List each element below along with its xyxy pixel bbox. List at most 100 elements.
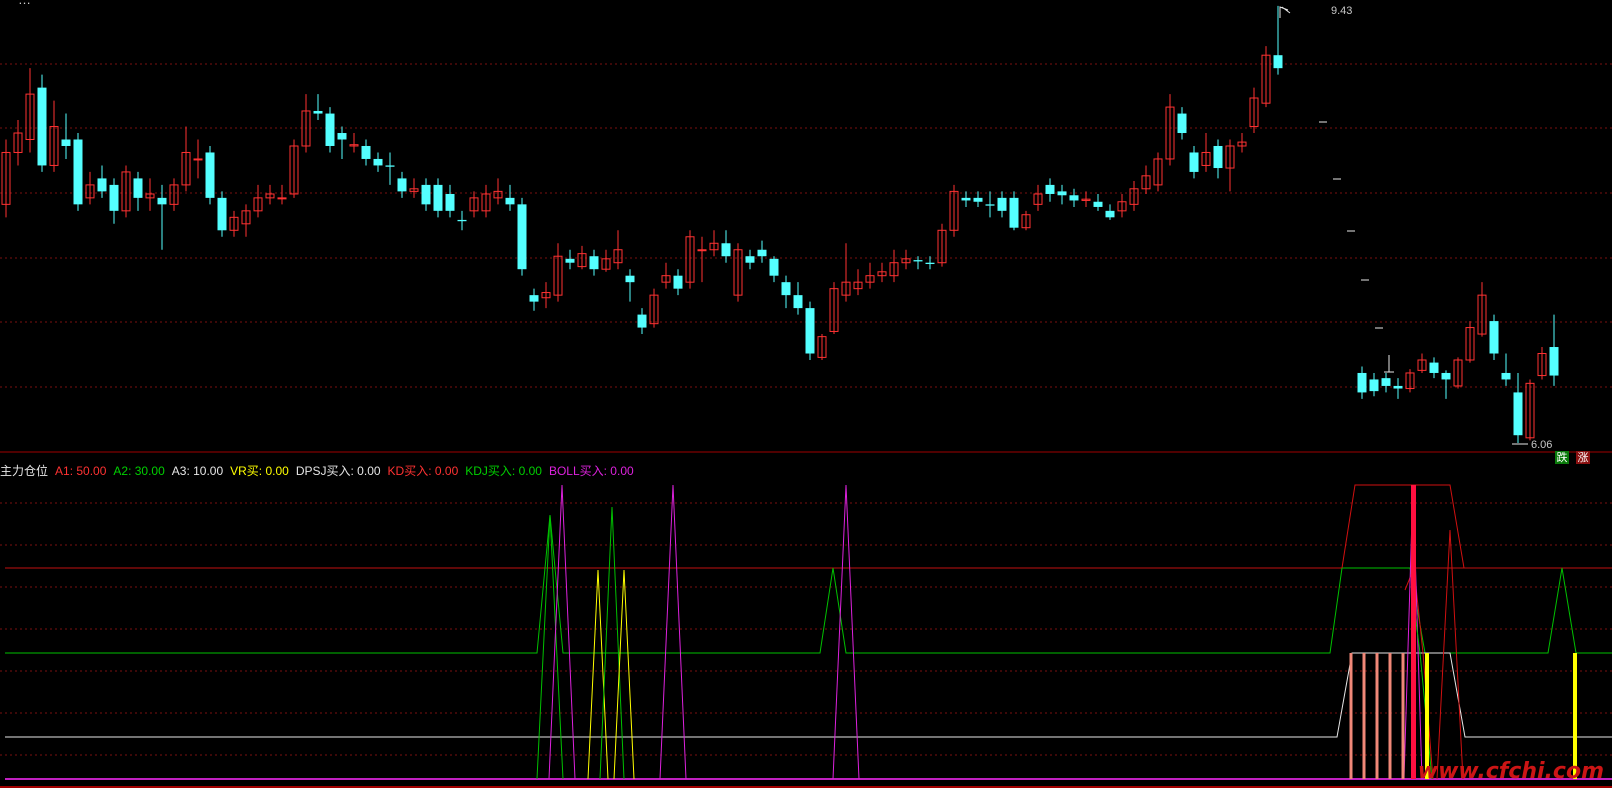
candle-body-down	[793, 295, 803, 309]
candle-body-down	[805, 308, 815, 354]
candle-body-down	[1369, 379, 1379, 392]
candle-body-down	[1393, 385, 1403, 389]
position-bar	[1401, 653, 1405, 779]
legend-item: VR买: 0.00	[230, 464, 289, 478]
legend-item: KDJ买入: 0.00	[465, 464, 542, 478]
position-bar	[1362, 653, 1366, 779]
indicator-name[interactable]: 主力仓位	[0, 464, 48, 478]
candle-body-down	[1501, 372, 1511, 380]
indicator-values: A1: 50.00 A2: 30.00 A3: 10.00 VR买: 0.00 DPSJ…	[55, 464, 641, 478]
position-bar	[1375, 653, 1379, 779]
candle-body-down	[1045, 184, 1055, 194]
candle-body-down	[97, 178, 107, 192]
candle-body-down	[625, 275, 635, 283]
candle-body-down	[217, 197, 227, 231]
candle-body-down	[1381, 378, 1391, 386]
a2-line	[5, 514, 1612, 654]
candle-body-down	[397, 178, 407, 192]
candle-body-down	[433, 184, 443, 211]
candle-body-down	[745, 256, 755, 263]
projection-markers	[1319, 121, 1394, 373]
candle-body-down	[1489, 321, 1499, 354]
high-marker	[1279, 6, 1291, 18]
candle-body-down	[1057, 191, 1067, 196]
candle-body-down	[673, 275, 683, 289]
candle-body-down	[205, 152, 215, 198]
candle-body-up	[697, 249, 707, 252]
candle-body-down	[325, 113, 335, 146]
price-grid	[0, 63, 1612, 788]
candle-body-down	[73, 139, 83, 205]
candle-body-down	[961, 197, 971, 201]
candle-body-down	[1069, 195, 1079, 201]
legend-item: A2: 30.00	[113, 464, 165, 478]
candlestick-series	[1, 5, 1559, 445]
candle-body-down	[565, 258, 575, 263]
signal-spike	[659, 484, 687, 780]
candle-body-down	[1189, 152, 1199, 172]
candle-body-down	[1105, 210, 1115, 218]
projection-tick	[1384, 355, 1394, 373]
candle-body-down	[913, 260, 923, 262]
candle-body-up	[277, 197, 287, 200]
badge-down[interactable]: 跌	[1555, 451, 1569, 464]
candle-body-down	[1273, 55, 1283, 69]
candle-body-down	[133, 178, 143, 198]
signal-spike	[548, 484, 576, 780]
price-low-label: 6.06	[1531, 439, 1553, 451]
candle-body-down	[997, 197, 1007, 211]
candle-body-down	[37, 87, 47, 166]
legend-item: A1: 50.00	[55, 464, 107, 478]
red-signal-bar	[1411, 485, 1416, 779]
candle-body-down	[61, 139, 71, 146]
candle-body-down	[1093, 201, 1103, 207]
price-high-label: 9.43	[1331, 5, 1353, 17]
legend-item: A3: 10.00	[171, 464, 224, 478]
a3-line	[5, 652, 1612, 738]
candle-body-down	[385, 165, 395, 167]
candle-body-down	[1213, 145, 1223, 169]
candle-body-down	[1009, 197, 1019, 228]
indicator-legend: 主力仓位 A1: 50.00 A2: 30.00 A3: 10.00 VR买: 0.00…	[0, 463, 648, 479]
candle-body-down	[925, 262, 935, 265]
candle-body-down	[313, 110, 323, 114]
candle-body-down	[769, 258, 779, 276]
candle-body-down	[109, 184, 119, 211]
candle-body-down	[589, 256, 599, 270]
candle-body-down	[337, 133, 347, 140]
candle-body-down	[529, 295, 539, 302]
watermark: www.cfchi.com	[1417, 759, 1604, 784]
candle-body-down	[373, 158, 383, 166]
legend-item: BOLL买入: 0.00	[548, 464, 634, 478]
candle-body-down	[637, 314, 647, 328]
candle-body-down	[421, 184, 431, 205]
legend-item: DPSJ买入: 0.00	[295, 464, 381, 478]
candle-body-down	[1177, 113, 1187, 134]
candle-body-down	[517, 204, 527, 270]
kd-trapezoid	[1341, 484, 1465, 569]
candle-body-up	[193, 158, 203, 161]
candle-body-down	[973, 197, 983, 202]
candle-body-down	[781, 282, 791, 296]
position-bar	[1349, 653, 1353, 779]
position-bar	[1388, 653, 1392, 779]
badge-up[interactable]: 涨	[1576, 451, 1590, 464]
legend-item: KD买入: 0.00	[387, 464, 459, 478]
signal-spike	[832, 484, 860, 780]
indicator-panel-lines	[5, 484, 1612, 780]
candle-body-down	[361, 145, 371, 159]
candle-body-down	[1429, 362, 1439, 373]
candle-body-down	[757, 249, 767, 257]
candle-body-down	[505, 197, 515, 205]
signal-spike	[613, 569, 635, 780]
candle-body-down	[1357, 372, 1367, 393]
candle-body-down	[457, 219, 467, 222]
candle-body-down	[721, 243, 731, 257]
candle-body-down	[1549, 347, 1559, 376]
candle-body-down	[1441, 372, 1451, 380]
candle-body-down	[1513, 392, 1523, 436]
stock-chart-canvas[interactable]	[0, 0, 1612, 788]
candle-body-down	[157, 197, 167, 205]
candle-body-down	[445, 193, 455, 211]
candle-body-down	[985, 204, 995, 206]
